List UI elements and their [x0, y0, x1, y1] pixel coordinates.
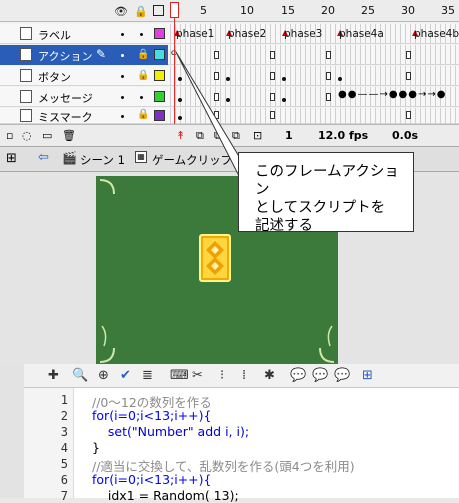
- line-number: 5: [60, 457, 68, 471]
- line-comment-icon[interactable]: 💬: [312, 368, 328, 383]
- line-number: 6: [60, 473, 68, 487]
- callout-box: このフレームアクション としてスクリプトを 記述する: [238, 152, 414, 235]
- code-line[interactable]: for(i=0;i<13;i++){: [92, 408, 212, 423]
- callout-line: このフレームアクション: [255, 164, 399, 198]
- expand-all-icon[interactable]: ✱: [264, 368, 275, 383]
- debug-icon[interactable]: ✂: [192, 368, 203, 383]
- actions-toolbox: [0, 364, 24, 498]
- add-statement-icon[interactable]: ✚: [48, 368, 59, 383]
- check-syntax-icon[interactable]: ✔: [120, 368, 131, 383]
- line-number: 2: [60, 409, 68, 423]
- uncomment-icon[interactable]: 💬: [334, 368, 350, 383]
- target-path-icon[interactable]: ⊕: [98, 368, 109, 383]
- code-line[interactable]: set("Number" add i, i);: [92, 424, 249, 439]
- show-toolbox-icon[interactable]: ⊞: [362, 368, 373, 383]
- auto-format-icon[interactable]: ≣: [142, 368, 153, 383]
- code-line[interactable]: idx1 = Random( 13);: [92, 488, 239, 503]
- line-number: 3: [60, 425, 68, 439]
- line-number: 1: [60, 393, 68, 407]
- callout-line: 記述する: [255, 218, 313, 234]
- callout-line: としてスクリプトを: [255, 200, 386, 216]
- code-line[interactable]: }: [92, 440, 100, 455]
- line-number: 4: [60, 441, 68, 455]
- card-pattern: [203, 238, 227, 278]
- block-comment-icon[interactable]: 💬: [290, 368, 306, 383]
- callout-text: このフレームアクション としてスクリプトを 記述する: [255, 163, 413, 235]
- line-number: 7: [60, 489, 68, 503]
- find-icon[interactable]: 🔍: [72, 368, 88, 383]
- collapse-selection-icon[interactable]: ⁞: [242, 368, 246, 383]
- code-line[interactable]: for(i=0;i<13;i++){: [92, 472, 212, 487]
- code-hint-icon[interactable]: ⌨: [170, 368, 189, 383]
- collapse-braces-icon[interactable]: ⁝: [220, 368, 224, 383]
